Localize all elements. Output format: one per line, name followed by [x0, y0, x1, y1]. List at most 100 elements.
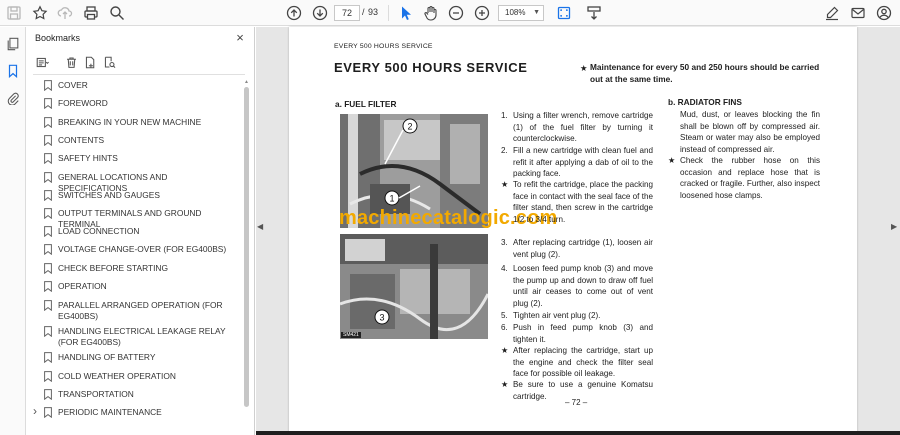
zoom-value: 108%: [505, 8, 526, 17]
bookmark-scrollbar[interactable]: ▲: [244, 79, 250, 429]
expand-chevron-icon[interactable]: ›: [33, 404, 37, 418]
step-marker: 5.: [501, 311, 508, 320]
fuel-filter-step: 6. Push in feed pump knob (3) and tighten…: [501, 322, 653, 345]
page-up-icon[interactable]: [284, 3, 304, 23]
bookmark-icon: [44, 281, 52, 292]
bookmark-icon: [44, 153, 52, 164]
pages-icon[interactable]: [4, 35, 22, 53]
chevron-down-icon: ▼: [533, 9, 540, 16]
bookmark-label: LOAD CONNECTION: [58, 226, 140, 236]
select-cursor-icon[interactable]: [396, 3, 416, 23]
bookmark-list: COVER FOREWORD BREAKING IN YOUR NEW MACHIN…: [27, 79, 242, 435]
callout-1: 1: [389, 194, 394, 204]
bookmark-icon: [44, 226, 52, 237]
bookmark-label: VOLTAGE CHANGE-OVER (FOR EG400BS): [58, 244, 227, 254]
page-number-input[interactable]: 72: [334, 5, 360, 21]
save-icon[interactable]: [4, 3, 24, 23]
attachments-icon[interactable]: [4, 89, 22, 107]
hand-pan-icon[interactable]: [421, 3, 441, 23]
toolbar-divider: [388, 5, 389, 21]
bookmark-icon: [44, 389, 52, 400]
fuel-filter-step: 3. After replacing cartridge (1), loosen …: [501, 237, 653, 260]
fuel-filter-step: 4. Loosen feed pump knob (3) and move the…: [501, 263, 653, 309]
sign-icon[interactable]: [822, 3, 842, 23]
bookmarks-panel: Bookmarks × COVER FOREWORD BREAKING IN YOU…: [27, 27, 255, 435]
close-icon[interactable]: ×: [232, 30, 248, 46]
fuel-filter-photo-bottom: 3: [340, 234, 488, 339]
account-icon[interactable]: [874, 3, 894, 23]
page-heading: EVERY 500 HOURS SERVICE: [334, 60, 528, 75]
bookmark-label: HANDLING OF BATTERY: [58, 352, 156, 362]
collapse-right-arrow-icon[interactable]: ▶: [891, 222, 899, 236]
bookmark-label: HANDLING ELECTRICAL LEAKAGE RELAY (FOR E…: [58, 326, 226, 347]
section-a-heading: a. FUEL FILTER: [335, 99, 397, 109]
panel-divider: [33, 74, 245, 75]
pdf-viewer-app: 72 / 93 108% ▼ Bookmarks × COVER FOREWOR…: [0, 0, 900, 435]
bookmark-icon: [44, 407, 52, 418]
fit-page-icon[interactable]: [554, 3, 574, 23]
fuel-filter-step: 1. Using a filter wrench, remove cartridg…: [501, 110, 653, 145]
fuel-filter-step: ★ After replacing the cartridge, start up…: [501, 345, 653, 380]
note-star: ★: [668, 156, 676, 165]
note-star: ★: [580, 63, 588, 73]
fuel-filter-step: 5. Tighten air vent plug (2).: [501, 310, 653, 322]
step-text: Tighten air vent plug (2).: [513, 311, 601, 320]
document-viewer[interactable]: ◀ ▶ EVERY 500 HOURS SERVICE EVERY 500 HO…: [256, 27, 900, 435]
email-icon[interactable]: [848, 3, 868, 23]
bookmark-icon: [44, 352, 52, 363]
bookmark-icon: [44, 117, 52, 128]
bookmark-icon: [44, 326, 52, 337]
find-bookmark-icon[interactable]: [100, 53, 118, 71]
step-marker: ★: [501, 346, 509, 355]
step-text: To refit the cartridge, place the packin…: [513, 180, 653, 224]
zoom-select[interactable]: 108% ▼: [498, 5, 544, 21]
top-toolbar: 72 / 93 108% ▼: [0, 0, 900, 26]
bookmark-label: CONTENTS: [58, 135, 105, 145]
bookmark-label: COLD WEATHER OPERATION: [58, 371, 176, 381]
fuel-filter-step: ★ To refit the cartridge, place the packi…: [501, 179, 653, 225]
callout-2: 2: [407, 122, 412, 132]
page-down-icon[interactable]: [310, 3, 330, 23]
page-number: – 72 –: [565, 398, 588, 407]
page-separator: /: [362, 7, 365, 17]
step-text: After replacing the cartridge, start up …: [513, 346, 653, 378]
delete-icon[interactable]: [62, 53, 80, 71]
bookmark-icon: [44, 371, 52, 382]
step-marker: 3.: [501, 238, 508, 247]
panel-toolbar: [33, 53, 243, 71]
radiator-note: ★ Check the rubber hose on this occasion…: [668, 156, 820, 200]
bookmark-star-icon[interactable]: [30, 3, 50, 23]
bookmarks-icon[interactable]: [4, 62, 22, 80]
search-icon[interactable]: [107, 3, 127, 23]
callout-3: 3: [379, 313, 384, 323]
bookmark-label: CHECK BEFORE STARTING: [58, 263, 168, 273]
zoom-in-icon[interactable]: [472, 3, 492, 23]
bookmark-label: PERIODIC MAINTENANCE: [58, 407, 162, 417]
step-text: Loosen feed pump knob (3) and move the p…: [513, 264, 653, 308]
left-rail: [0, 27, 26, 435]
step-marker: 1.: [501, 111, 508, 120]
pdf-page: EVERY 500 HOURS SERVICE EVERY 500 HOURS …: [289, 27, 857, 435]
scroll-mode-icon[interactable]: [584, 3, 604, 23]
bookmark-label: FOREWORD: [58, 98, 108, 108]
bookmark-icon: [44, 190, 52, 201]
bookmark-icon: [44, 80, 52, 91]
step-text: Fill a new cartridge with clean fuel and…: [513, 146, 653, 178]
options-menu-icon[interactable]: [33, 53, 51, 71]
bookmark-label: SAFETY HINTS: [58, 153, 118, 163]
step-marker: ★: [501, 380, 509, 389]
upload-icon[interactable]: [55, 3, 75, 23]
photo-tag: SM421: [341, 332, 361, 338]
collapse-left-arrow-icon[interactable]: ◀: [257, 222, 265, 236]
zoom-out-icon[interactable]: [446, 3, 466, 23]
add-bookmark-icon[interactable]: [81, 53, 99, 71]
scroll-thumb[interactable]: [244, 87, 249, 407]
print-icon[interactable]: [81, 3, 101, 23]
step-marker: 6.: [501, 323, 508, 332]
bookmark-icon: [44, 135, 52, 146]
bookmark-icon: [44, 244, 52, 255]
step-text: After replacing cartridge (1), loosen ai…: [513, 238, 653, 259]
scroll-up-arrow-icon[interactable]: ▲: [244, 79, 249, 85]
running-header: EVERY 500 HOURS SERVICE: [334, 43, 433, 50]
section-b-heading: b. RADIATOR FINS: [668, 97, 742, 107]
